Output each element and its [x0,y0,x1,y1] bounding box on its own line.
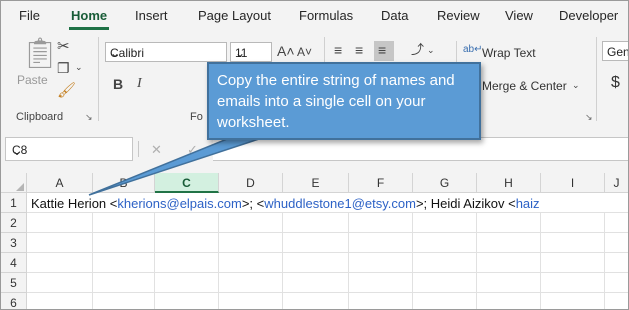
row-header-4[interactable]: 4 [1,253,27,273]
instruction-callout: Copy the entire string of names and emai… [207,62,481,140]
tab-developer[interactable]: Developer [559,8,618,23]
tab-review[interactable]: Review [437,8,480,23]
column-header-e[interactable]: E [283,173,349,193]
cell-a1-text-3: >; Heidi Aizikov < [415,196,516,211]
tab-page-layout[interactable]: Page Layout [198,8,271,23]
group-divider [98,37,99,121]
select-all-corner[interactable] [1,173,27,193]
gridline [540,213,541,309]
gridline [476,213,477,309]
orientation-chevron-down-icon[interactable]: ⌄ [427,46,435,55]
paste-label[interactable]: Paste [17,73,48,87]
copy-dropdown-chevron-down-icon[interactable]: ⌄ [75,63,83,72]
font-group-label: Fo [190,111,203,123]
ribbon-tab-strip: File Home Insert Page Layout Formulas Da… [1,1,628,31]
cell-a1-content[interactable]: Kattie Herion <kherions@elpais.com>; <wh… [31,196,540,211]
align-bottom-button[interactable]: ≡ [374,41,394,61]
gridline [154,213,155,309]
increase-font-size-icon[interactable]: A˄ [277,44,295,58]
tab-formulas[interactable]: Formulas [299,8,353,23]
column-header-i[interactable]: I [541,173,605,193]
font-name-select[interactable]: Calibri ⌄ [105,42,227,62]
row-header-6[interactable]: 6 [1,293,27,309]
cut-icon[interactable]: ✂ [57,39,70,54]
column-header-h[interactable]: H [477,173,541,193]
align-top-icon[interactable]: ≡ [334,43,342,57]
gridline [218,213,219,309]
cancel-icon[interactable]: ✕ [151,143,162,156]
tab-home[interactable]: Home [71,8,107,23]
cell-a1-email-1: kherions@elpais.com [117,196,242,211]
align-bottom-icon: ≡ [378,42,387,58]
column-header-c[interactable]: C [155,173,219,193]
gridline [27,272,628,273]
chevron-down-icon: ⌄ [110,46,121,60]
row-header-1[interactable]: 1 [1,193,27,213]
column-header-f[interactable]: F [349,173,413,193]
tab-insert[interactable]: Insert [135,8,168,23]
orientation-icon[interactable]: ⤴ [411,43,424,56]
name-box[interactable]: C8 ⌄ [5,137,133,161]
worksheet-grid[interactable]: A B C D E F G H I J 1 2 3 4 5 6 Kattie H… [1,173,628,309]
copy-icon[interactable]: ❐ [57,61,70,75]
gridline [604,213,605,309]
select-all-triangle-icon [16,183,24,191]
currency-icon[interactable]: $ [611,75,620,91]
formula-input[interactable] [213,137,628,161]
alignment-dialog-launcher-icon[interactable]: ↘ [585,112,593,123]
decrease-font-size-icon[interactable]: A˅ [297,46,312,58]
gridline [412,213,413,309]
column-headers: A B C D E F G H I J [1,173,628,193]
excel-window: File Home Insert Page Layout Formulas Da… [0,0,629,310]
chevron-down-icon: ⌄ [12,144,23,158]
paste-icon[interactable]: 📋︎ [21,39,59,69]
number-format-select[interactable]: Gen [602,41,629,61]
cell-a1-text-2: >; < [241,196,265,211]
gridline [27,252,628,253]
cell-a1-email-2: whuddlestone1@etsy.com [264,196,416,211]
font-size-select[interactable]: 11 ⌄ [230,42,272,62]
row-header-3[interactable]: 3 [1,233,27,253]
merge-chevron-down-icon[interactable]: ⌄ [572,81,580,90]
column-header-a[interactable]: A [27,173,93,193]
gridline [27,232,628,233]
clipboard-dialog-launcher-icon[interactable]: ↘ [85,112,93,123]
active-tab-underline [69,27,109,30]
gridline [282,213,283,309]
align-middle-icon[interactable]: ≡ [355,43,363,57]
column-header-d[interactable]: D [219,173,283,193]
wrap-text-label[interactable]: Wrap Text [482,46,536,60]
callout-text: Copy the entire string of names and emai… [217,72,455,131]
number-format-value: Gen [607,45,629,59]
cell-a1-text-1: Kattie Herion < [31,196,118,211]
tab-data[interactable]: Data [381,8,408,23]
tab-view[interactable]: View [505,8,533,23]
enter-icon[interactable]: ✓ [187,143,198,156]
chevron-down-icon: ⌄ [235,46,246,60]
merge-center-label[interactable]: Merge & Center [482,79,567,93]
tab-file[interactable]: File [19,8,40,23]
bold-icon[interactable]: B [113,77,123,91]
clipboard-group-label: Clipboard [16,111,64,123]
row-header-5[interactable]: 5 [1,273,27,293]
column-header-b[interactable]: B [93,173,155,193]
gridline [348,213,349,309]
group-divider [596,37,597,121]
gridline [27,212,628,213]
column-header-j[interactable]: J [605,173,628,193]
gridline [92,213,93,309]
column-header-g[interactable]: G [413,173,477,193]
italic-icon[interactable]: I [137,77,142,91]
cell-a1-email-3: haiz [515,196,540,211]
row-header-2[interactable]: 2 [1,213,27,233]
wrap-text-icon[interactable]: ab↵ [463,45,483,55]
gridline [27,292,628,293]
format-painter-icon[interactable]: 🖌︎ [57,83,76,98]
formula-bar-divider [138,141,139,157]
